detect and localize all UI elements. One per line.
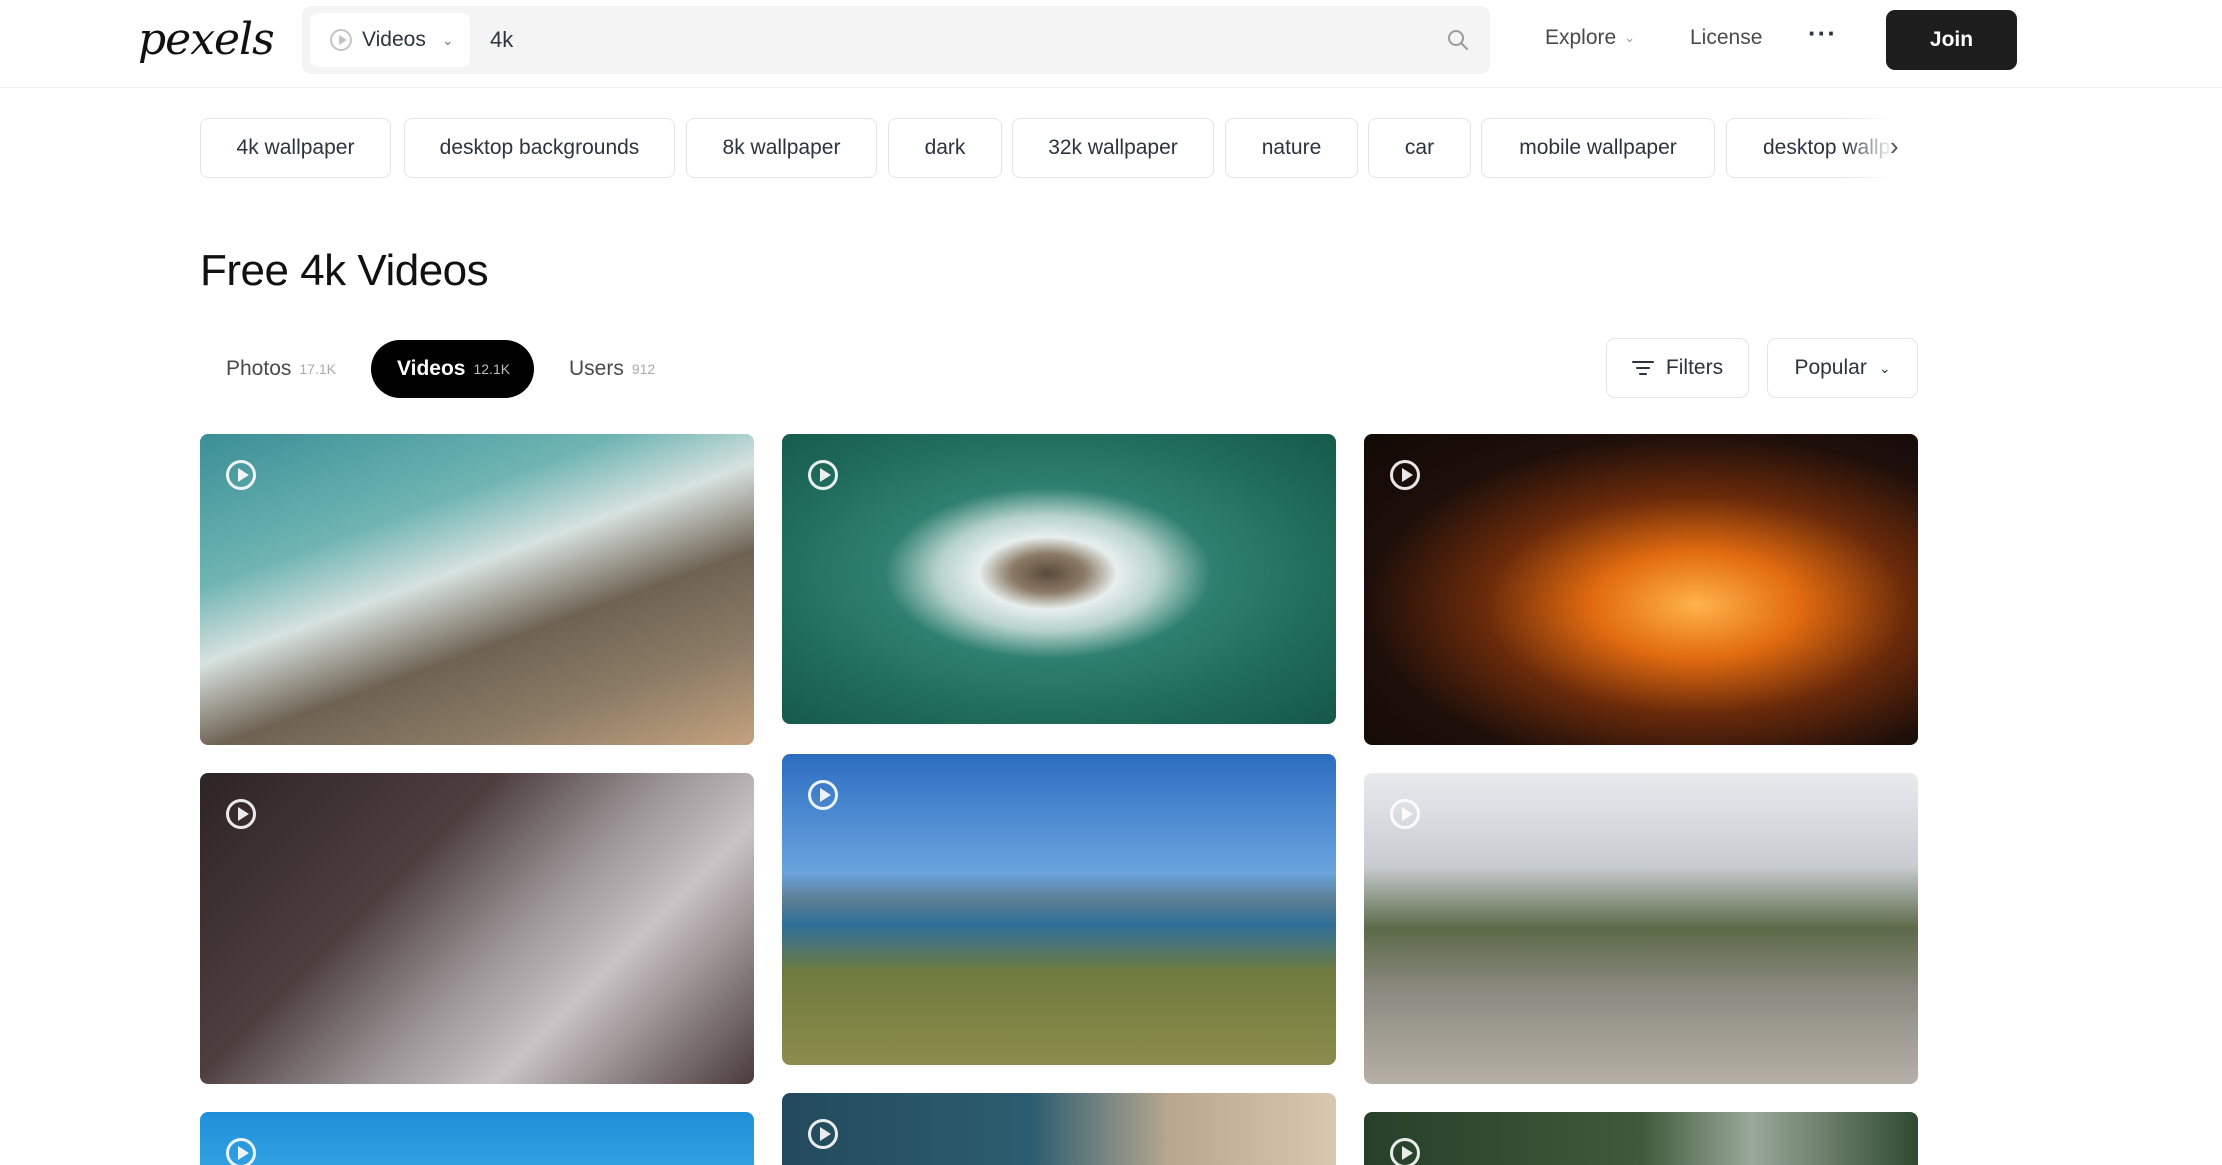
related-chip[interactable]: car [1368,118,1471,178]
play-icon [1390,460,1420,490]
related-chip[interactable]: desktop backgrounds [404,118,675,178]
search-bar: Videos ⌄ [302,6,1490,74]
related-chip[interactable]: 4k wallpaper [200,118,391,178]
related-chip[interactable]: nature [1225,118,1358,178]
tab-videos[interactable]: Videos 12.1K [371,340,535,398]
video-card[interactable] [200,434,754,745]
filters-label: Filters [1665,356,1724,379]
play-icon [808,780,838,810]
play-icon [226,1138,256,1165]
chevron-down-icon: ⌄ [1878,359,1891,376]
play-icon [808,460,838,490]
video-card[interactable] [1364,773,1918,1084]
video-card[interactable] [200,773,754,1084]
play-icon [1390,799,1420,829]
tab-count: 12.1K [473,361,511,377]
top-header: pexels Videos ⌄ Explore ⌄ License ··· Jo… [0,0,2222,88]
sort-label: Popular [1794,356,1867,379]
video-card[interactable] [1364,434,1918,745]
play-icon [1390,1138,1420,1165]
play-icon [808,1119,838,1149]
tab-photos[interactable]: Photos 17.1K [200,340,362,398]
chips-fade [1845,118,1915,178]
video-type-icon [330,29,352,51]
video-card[interactable] [1364,1112,1918,1165]
chevron-down-icon: ⌄ [1624,30,1636,45]
more-menu-icon[interactable]: ··· [1808,18,1837,49]
related-chip[interactable]: mobile wallpaper [1481,118,1715,178]
tab-label: Videos [397,357,466,380]
license-link[interactable]: License [1690,26,1762,50]
related-chip[interactable]: dark [888,118,1002,178]
explore-label: Explore [1545,26,1617,49]
related-chip[interactable]: 32k wallpaper [1012,118,1214,178]
explore-menu[interactable]: Explore ⌄ [1545,26,1635,50]
pexels-logo[interactable]: pexels [138,14,275,65]
tab-label: Photos [226,357,292,380]
join-button[interactable]: Join [1886,10,2017,70]
tab-users[interactable]: Users 912 [543,340,681,398]
video-card[interactable] [782,754,1336,1065]
tab-count: 17.1K [299,361,336,377]
video-card[interactable] [782,434,1336,724]
filters-button[interactable]: Filters [1606,338,1749,398]
search-input[interactable] [490,16,1390,64]
related-chip[interactable]: 8k wallpaper [686,118,877,178]
search-icon[interactable] [1446,28,1470,52]
sort-select[interactable]: Popular ⌄ [1767,338,1918,398]
play-icon [226,460,256,490]
related-searches: 4k wallpaper desktop backgrounds 8k wall… [200,118,1915,178]
media-type-select[interactable]: Videos ⌄ [310,13,470,67]
chevron-right-icon[interactable]: › [1890,131,1899,162]
chevron-down-icon: ⌄ [441,31,454,48]
media-type-label: Videos [362,28,426,51]
tab-label: Users [569,357,624,380]
video-card[interactable] [200,1112,754,1165]
page-title: Free 4k Videos [200,246,489,295]
filter-icon [1631,361,1654,375]
play-icon [226,799,256,829]
video-card[interactable] [782,1093,1336,1165]
tab-count: 912 [631,361,656,377]
